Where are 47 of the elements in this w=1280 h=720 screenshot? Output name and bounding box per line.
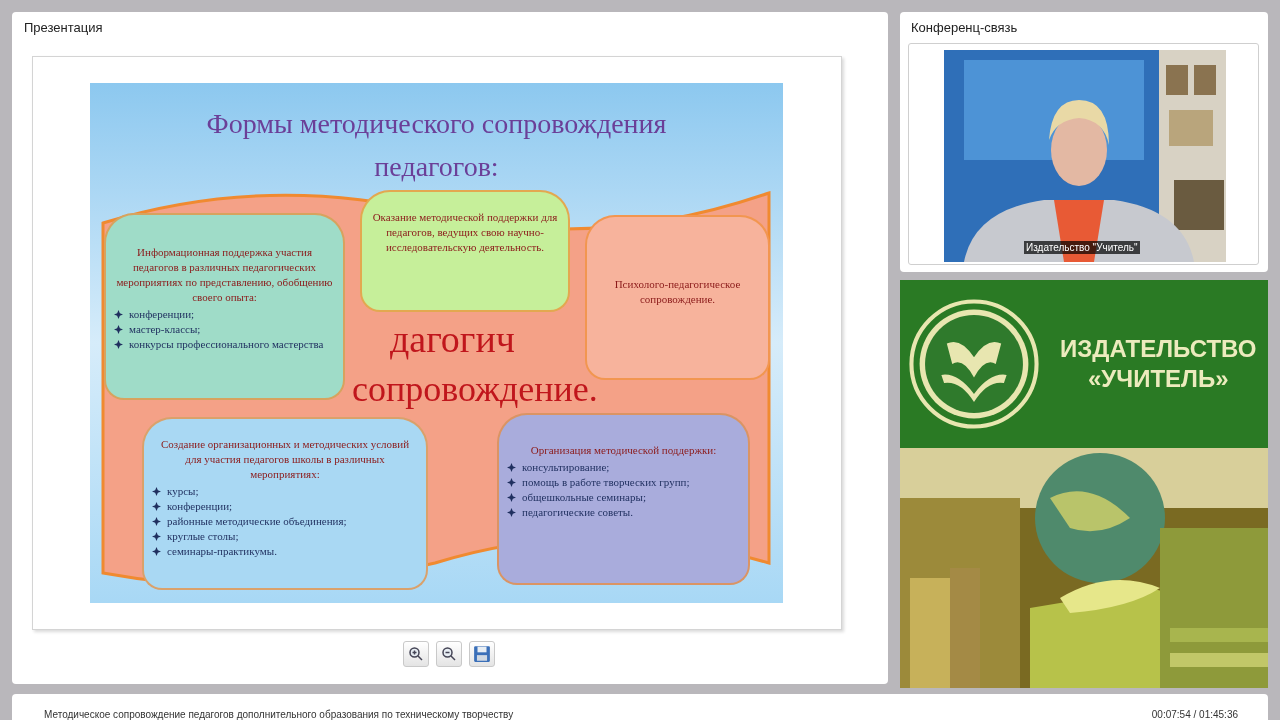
zoom-out-icon [441, 646, 457, 662]
bullet-icon [152, 547, 161, 556]
panel-title: Конференц-связь [911, 20, 1018, 36]
list-item: семинары-практикумы. [167, 544, 277, 559]
video-caption: Издательство "Учитель" [1024, 241, 1140, 254]
list-item: конференции; [167, 499, 233, 514]
panel-title: Презентация [24, 20, 103, 36]
zoom-in-icon [408, 646, 424, 662]
save-button[interactable] [469, 641, 495, 667]
publisher-logo-icon [906, 296, 1042, 432]
bullet-icon [152, 502, 161, 511]
list-item: конференции; [129, 307, 195, 322]
lecture-title: Методическое сопровождение педагогов дополнительного образования по техническому творчеству [44, 708, 514, 720]
bullet-icon [114, 325, 123, 334]
zoom-in-button[interactable] [403, 641, 429, 667]
slide-title: педагогов: [373, 150, 500, 184]
box-heading: Психолого-педагогическое сопровождение. [613, 277, 742, 307]
list-item: конкурсы профессионального мастерства [129, 337, 324, 352]
list-item: мастер-классы; [129, 322, 201, 337]
box-heading: Оказание методической поддержки для педагогов, ведущих свою научно-исследовательскую деятельность. [371, 210, 559, 255]
slide-title: Формы методического сопровождения [205, 107, 668, 141]
bullet-icon [152, 532, 161, 541]
bullet-icon [114, 310, 123, 319]
box-heading: Создание организационных и методических условий для участия педагогов школы в различных мероприятиях: [159, 437, 411, 482]
list-item: круглые столы; [167, 529, 239, 544]
box-heading: Информационная поддержка участия педагогов в различных педагогических мероприятиях по представлению, обобщению своего опыта: [115, 245, 334, 305]
list-item: консультирование; [522, 460, 610, 475]
background-text: дагогич [390, 317, 515, 361]
bullet-icon [114, 340, 123, 349]
bullet-icon [507, 478, 516, 487]
banner-text: ИЗДАТЕЛЬСТВО [1060, 334, 1257, 364]
banner-text: «УЧИТЕЛЬ» [1088, 364, 1229, 394]
list-item: педагогические советы. [522, 505, 633, 520]
list-item: помощь в работе творческих групп; [522, 475, 690, 490]
bullet-icon [507, 493, 516, 502]
bullet-icon [507, 508, 516, 517]
save-icon [473, 645, 491, 663]
bullet-icon [152, 487, 161, 496]
list-item: районные методические объединения; [167, 514, 347, 529]
zoom-out-button[interactable] [436, 641, 462, 667]
playback-time: 00:07:54 / 01:45:36 [1151, 708, 1238, 720]
bullet-icon [152, 517, 161, 526]
list-item: общешкольные семинары; [522, 490, 646, 505]
box-heading: Организация методической поддержки: [529, 443, 718, 458]
bullet-icon [507, 463, 516, 472]
background-text: сопровождение. [352, 368, 598, 411]
list-item: курсы; [167, 484, 199, 499]
